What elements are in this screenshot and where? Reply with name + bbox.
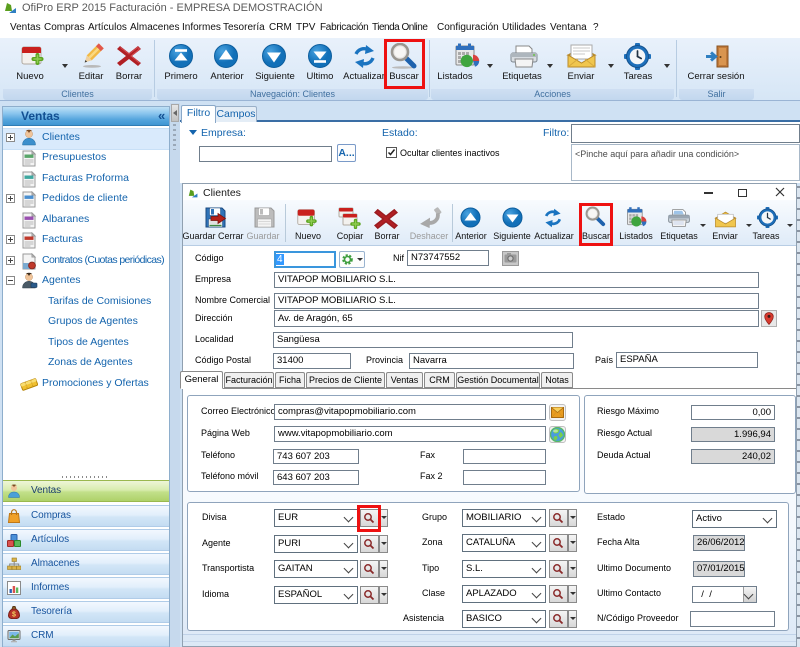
svg-text:$: $ <box>12 612 16 619</box>
